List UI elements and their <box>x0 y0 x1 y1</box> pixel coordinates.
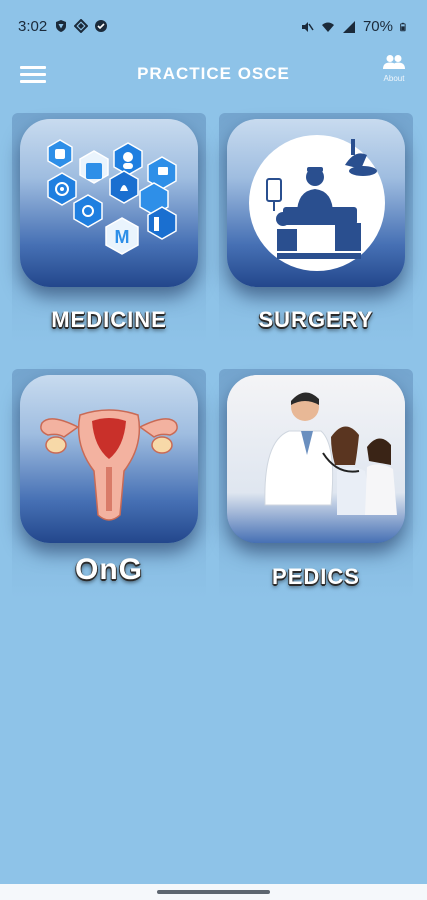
tile-label-pedics: PEDICS <box>272 564 360 589</box>
tile-medicine[interactable]: M MEDICINE <box>12 113 206 343</box>
battery-percent: 70% <box>362 18 393 35</box>
medical-hexagon-icons: M <box>47 139 177 255</box>
tile-surgery[interactable]: SURGERY <box>219 113 413 343</box>
people-icon <box>383 55 405 69</box>
mute-icon <box>301 21 314 32</box>
page-title: PRACTICE OSCE <box>137 64 290 83</box>
app-bar: PRACTICE OSCE About <box>0 52 427 96</box>
about-button[interactable]: About <box>379 54 409 83</box>
tile-pedics[interactable]: PEDICS <box>219 369 413 599</box>
diamond-icon <box>74 19 88 33</box>
shield-icon <box>56 20 66 32</box>
wifi-icon <box>321 22 334 32</box>
status-bar: 3:02 70% <box>0 0 427 52</box>
signal-icon <box>342 20 355 33</box>
tile-label-ong: OnG <box>75 553 143 586</box>
uterus-illustration <box>40 409 178 521</box>
surgeon-operating-icon <box>249 135 385 271</box>
battery-icon <box>400 22 406 31</box>
tile-label-medicine: MEDICINE <box>51 307 167 332</box>
tile-label-surgery: SURGERY <box>258 307 374 332</box>
status-time: 3:02 <box>18 18 48 35</box>
about-label: About <box>383 74 405 83</box>
svg-text:M: M <box>115 227 130 247</box>
tile-ong[interactable]: OnG <box>12 369 206 599</box>
check-circle-icon <box>95 20 107 32</box>
home-gesture-handle[interactable] <box>157 890 270 894</box>
doctor-with-child-photo <box>227 375 405 543</box>
